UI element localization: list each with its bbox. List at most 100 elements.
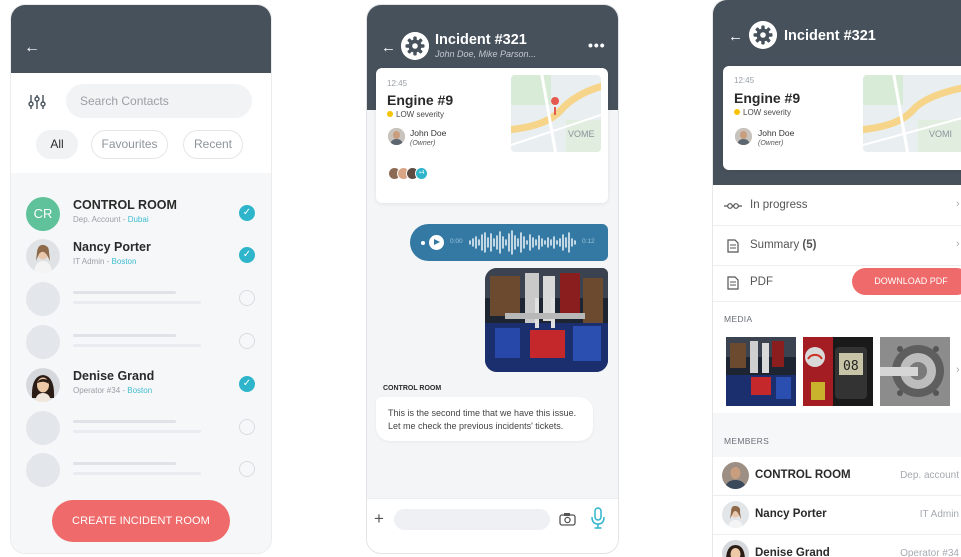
name-placeholder xyxy=(73,291,176,294)
owner-avatar xyxy=(735,128,752,145)
avatar xyxy=(26,239,60,273)
contact-name: Nancy Porter xyxy=(73,240,151,254)
owner-name: John Doe xyxy=(410,128,447,138)
name-placeholder xyxy=(73,420,176,423)
member-row[interactable]: Nancy Porter IT Admin xyxy=(713,496,961,535)
audio-end-time: 0:12 xyxy=(582,238,595,245)
avatar: CR xyxy=(26,197,60,231)
check-empty-icon[interactable] xyxy=(239,333,255,349)
map-label: VOMI xyxy=(929,129,952,139)
message-bubble[interactable]: This is the second time that we have thi… xyxy=(376,397,593,441)
incident-time: 12:45 xyxy=(387,79,408,88)
pdf-file-icon xyxy=(727,276,739,290)
contact-row-placeholder xyxy=(11,409,271,451)
member-row[interactable]: Denise Grand Operator #34 xyxy=(713,535,961,557)
map-thumbnail[interactable]: VOME xyxy=(511,75,601,152)
document-icon xyxy=(727,239,739,253)
message-text-line: This is the second time that we have thi… xyxy=(388,408,577,418)
microphone-icon[interactable] xyxy=(591,507,605,529)
status-row[interactable]: In progress › xyxy=(713,186,961,226)
name-placeholder xyxy=(73,462,176,465)
contact-row[interactable]: CR CONTROL ROOM Dep. Account - Dubai ✓ xyxy=(11,195,271,237)
sliders-icon[interactable] xyxy=(28,94,46,110)
incident-name: Engine #9 xyxy=(734,90,801,106)
role-placeholder xyxy=(73,301,201,304)
owner-name: John Doe xyxy=(758,128,795,138)
member-name: CONTROL ROOM xyxy=(755,469,851,481)
filter-favourites[interactable]: Favourites xyxy=(91,130,168,159)
pdf-label: PDF xyxy=(750,276,773,288)
status-label: In progress xyxy=(750,199,808,211)
contact-name: CONTROL ROOM xyxy=(73,198,177,212)
message-text-line: Let me check the previous incidents' tic… xyxy=(388,421,564,431)
media-section-label: MEDIA xyxy=(724,314,753,324)
message-input[interactable] xyxy=(394,509,550,530)
severity-badge: LOW severity xyxy=(734,108,791,117)
media-thumbnail[interactable] xyxy=(726,337,796,406)
audio-start-time: 0:00 xyxy=(450,238,463,245)
more-members-badge: +4 xyxy=(415,167,428,180)
gear-icon xyxy=(401,32,429,60)
play-icon[interactable] xyxy=(429,235,444,250)
check-empty-icon[interactable] xyxy=(239,461,255,477)
media-gallery: 08 › xyxy=(713,328,961,413)
contact-list: CR CONTROL ROOM Dep. Account - Dubai ✓ N… xyxy=(11,173,271,553)
arrow-left-icon[interactable]: ← xyxy=(24,40,40,56)
contacts-header: ← xyxy=(11,5,271,73)
arrow-left-icon[interactable]: ← xyxy=(381,39,396,56)
summary-label: Summary (5) xyxy=(750,239,817,251)
summary-row[interactable]: Summary (5) › xyxy=(713,226,961,266)
avatar-placeholder xyxy=(26,325,60,359)
check-icon[interactable]: ✓ xyxy=(239,247,255,263)
engine-photo[interactable] xyxy=(485,268,608,372)
member-row[interactable]: CONTROL ROOM Dep. account xyxy=(713,457,961,496)
members-section-label: MEMBERS xyxy=(724,436,770,446)
audio-message[interactable]: 0:00 0:12 xyxy=(410,224,608,261)
avatar-placeholder xyxy=(26,453,60,487)
plus-icon[interactable]: + xyxy=(374,509,384,529)
member-name: Nancy Porter xyxy=(755,508,827,520)
media-thumbnail[interactable]: 08 xyxy=(803,337,873,406)
severity-badge: LOW severity xyxy=(387,110,444,119)
more-horizontal-icon[interactable]: ••• xyxy=(588,37,606,53)
check-icon[interactable]: ✓ xyxy=(239,205,255,221)
search-input[interactable]: Search Contacts xyxy=(66,84,252,118)
owner-avatar xyxy=(388,128,405,145)
incident-card[interactable]: 12:45 Engine #9 LOW severity John Doe (O… xyxy=(376,68,608,203)
incident-time: 12:45 xyxy=(734,76,755,85)
download-pdf-button[interactable]: DOWNLOAD PDF xyxy=(852,268,961,295)
check-icon[interactable]: ✓ xyxy=(239,376,255,392)
create-incident-room-button[interactable]: CREATE INCIDENT ROOM xyxy=(52,500,230,542)
incident-name: Engine #9 xyxy=(387,92,454,108)
message-composer: + xyxy=(367,498,618,553)
media-thumbnail[interactable] xyxy=(880,337,950,406)
contact-row-placeholder xyxy=(11,323,271,365)
avatar-placeholder xyxy=(26,411,60,445)
progress-icon xyxy=(724,203,742,209)
chevron-right-icon[interactable]: › xyxy=(956,364,960,376)
filter-all[interactable]: All xyxy=(36,130,78,159)
filter-recent[interactable]: Recent xyxy=(183,130,243,159)
contact-row-placeholder xyxy=(11,280,271,322)
member-role: IT Admin xyxy=(919,509,959,520)
camera-icon[interactable] xyxy=(559,512,576,526)
incident-card[interactable]: 12:45 Engine #9 LOW severity John Doe (O… xyxy=(723,66,961,170)
chat-screen: ← Incident #321 John Doe, Mike Parson...… xyxy=(367,5,618,553)
arrow-left-icon[interactable]: ← xyxy=(728,28,743,45)
contact-row[interactable]: Nancy Porter IT Admin - Boston ✓ xyxy=(11,237,271,279)
check-empty-icon[interactable] xyxy=(239,290,255,306)
chat-subtitle: John Doe, Mike Parson... xyxy=(435,49,537,59)
member-name: Denise Grand xyxy=(755,547,830,557)
avatar-placeholder xyxy=(26,282,60,316)
contact-row[interactable]: Denise Grand Operator #34 - Boston ✓ xyxy=(11,366,271,408)
member-role: Dep. account xyxy=(900,470,959,481)
check-empty-icon[interactable] xyxy=(239,419,255,435)
avatar xyxy=(722,540,749,557)
chat-title: Incident #321 xyxy=(435,32,527,48)
incident-details-screen: ← Incident #321 12:45 Engine #9 LOW seve… xyxy=(713,0,961,557)
role-placeholder xyxy=(73,472,201,475)
waveform-icon xyxy=(469,230,576,255)
svg-text:08: 08 xyxy=(843,359,859,374)
map-thumbnail[interactable]: VOMI xyxy=(863,75,961,152)
avatar xyxy=(26,368,60,402)
